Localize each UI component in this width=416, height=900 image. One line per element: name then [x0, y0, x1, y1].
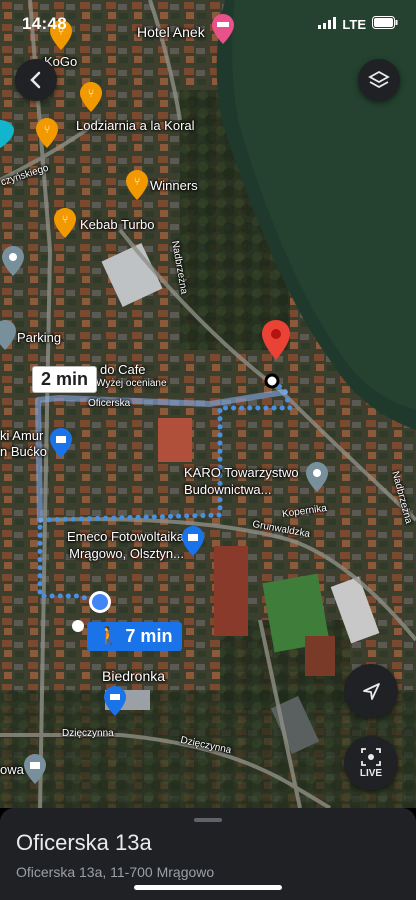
place-amur[interactable]: ki Amur	[0, 428, 43, 443]
live-view-icon	[361, 748, 381, 766]
place-winners[interactable]: Winners	[150, 178, 198, 193]
restaurant-icon[interactable]: ⑂	[80, 82, 102, 117]
back-arrow-icon	[30, 71, 41, 89]
sheet-handle[interactable]	[194, 818, 222, 822]
place-title: Oficerska 13a	[16, 830, 152, 855]
back-button[interactable]	[15, 59, 57, 101]
main-route-time-badge[interactable]: 🚶 7 min	[87, 622, 183, 651]
place-bucko[interactable]: n Bućko	[0, 444, 47, 459]
home-indicator[interactable]	[134, 885, 282, 890]
restaurant-icon[interactable]: ⑂	[126, 170, 148, 205]
navigate-button[interactable]	[344, 664, 398, 718]
place-emeco[interactable]: Emeco Fotowoltaika Mrągowo, Olsztyn...	[52, 528, 184, 562]
network-type: LTE	[342, 16, 366, 32]
alt-route-time: 2 min	[41, 369, 89, 389]
alt-route-time-badge[interactable]: 2 min	[32, 366, 98, 393]
pin-icon[interactable]	[306, 462, 328, 497]
restaurant-icon[interactable]: ⑂	[36, 118, 58, 153]
place-karo[interactable]: KARO Towarzystwo Budownictwa...	[184, 464, 300, 498]
street-oficerska: Oficerska	[88, 398, 131, 409]
navigation-arrow-icon	[363, 683, 380, 700]
shopping-icon[interactable]	[0, 118, 14, 153]
svg-text:⑂: ⑂	[62, 213, 69, 226]
live-view-button[interactable]: LIVE	[344, 736, 398, 790]
battery-icon	[372, 16, 398, 32]
place-address: Oficerska 13a, 11-700 Mrągowo	[16, 864, 215, 880]
status-right: LTE	[318, 16, 398, 32]
signal-icon	[318, 16, 337, 32]
restaurant-icon[interactable]: ⑂	[54, 208, 76, 243]
place-cafe[interactable]: do Cafe	[100, 362, 146, 377]
place-owa[interactable]: owa	[0, 762, 24, 777]
walking-icon: 🚶	[97, 626, 120, 646]
place-lodziarnia[interactable]: Lodziarnia a la Koral	[76, 118, 195, 133]
layers-button[interactable]	[358, 59, 400, 101]
place-parking[interactable]: Parking	[17, 330, 61, 345]
svg-text:⑂: ⑂	[134, 175, 141, 188]
status-time: 14:48	[22, 14, 67, 33]
parking-icon[interactable]	[0, 320, 16, 355]
svg-text:⑂: ⑂	[44, 123, 51, 136]
shopping-icon[interactable]	[50, 428, 72, 463]
pin-icon[interactable]	[2, 246, 24, 281]
layers-icon	[368, 70, 390, 89]
live-label: LIVE	[359, 768, 383, 779]
destination-pin-icon[interactable]	[262, 320, 290, 365]
museum-icon[interactable]	[24, 754, 46, 789]
place-kebab-turbo[interactable]: Kebab Turbo	[80, 217, 154, 232]
main-route-time: 7 min	[125, 626, 173, 646]
cart-icon[interactable]	[104, 686, 126, 721]
street-dzieczynna-1: Dzięczynna	[62, 728, 114, 739]
status-bar: 14:48 LTE	[0, 0, 416, 46]
place-cafe-subtitle: Wyżej oceniane	[96, 378, 167, 389]
shopping-icon[interactable]	[182, 526, 204, 561]
svg-text:⑂: ⑂	[88, 87, 95, 100]
place-biedronka[interactable]: Biedronka	[102, 668, 165, 684]
